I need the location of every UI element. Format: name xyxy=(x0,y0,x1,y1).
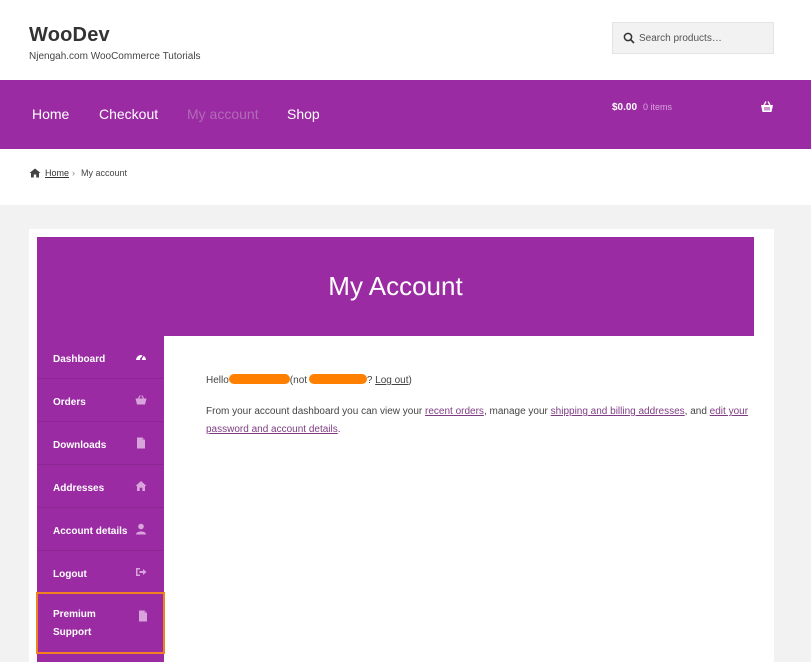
site-title[interactable]: WooDev xyxy=(29,24,110,47)
nav-shop[interactable]: Shop xyxy=(287,106,320,122)
account-nav-downloads[interactable]: Downloads xyxy=(37,422,164,465)
basket-icon[interactable] xyxy=(760,100,774,114)
account-navigation: Dashboard Orders Downloads Addresses Acc… xyxy=(36,336,165,662)
desc-text: , and xyxy=(684,406,707,417)
account-nav-label: Addresses xyxy=(53,483,105,494)
account-nav-logout[interactable]: Logout xyxy=(37,551,164,594)
home-icon xyxy=(135,481,147,491)
greeting-not: (not xyxy=(289,375,308,386)
cart-total[interactable]: $0.00 xyxy=(612,102,637,113)
site-header: WooDev Njengah.com WooCommerce Tutorials xyxy=(0,0,811,80)
logout-link[interactable]: Log out xyxy=(375,375,408,386)
account-nav-dashboard[interactable]: Dashboard xyxy=(37,336,164,379)
desc-text: , manage your xyxy=(483,406,548,417)
greeting-hello: Hello xyxy=(206,375,229,386)
desc-text: . xyxy=(337,424,341,435)
dashboard-icon xyxy=(136,354,146,361)
sign-out-icon xyxy=(136,568,147,576)
account-nav-premium-support[interactable]: Premium Support xyxy=(36,592,165,654)
greeting-close: ) xyxy=(408,375,412,386)
breadcrumb-separator: › xyxy=(72,168,75,178)
dashboard-description: From your account dashboard you can view… xyxy=(206,403,756,439)
nav-checkout[interactable]: Checkout xyxy=(99,106,158,122)
breadcrumb-current: My account xyxy=(81,168,128,178)
redacted-username xyxy=(308,374,367,384)
primary-nav: Home Checkout My account Shop $0.00 0 it… xyxy=(0,80,811,149)
account-nav-label: Orders xyxy=(53,397,86,408)
search-icon xyxy=(623,32,635,44)
redacted-username xyxy=(228,374,290,384)
account-nav-label: Dashboard xyxy=(53,354,106,365)
search-box xyxy=(612,22,774,54)
breadcrumb: Home › My account xyxy=(0,149,811,205)
account-nav-addresses[interactable]: Addresses xyxy=(37,465,164,508)
main-content: My Account Dashboard Orders Downloads Ad… xyxy=(29,229,774,662)
nav-home[interactable]: Home xyxy=(32,106,69,122)
page-title-banner: My Account xyxy=(37,237,754,336)
account-nav-label: Logout xyxy=(53,569,87,580)
greeting-question: ? xyxy=(366,375,373,386)
account-nav-label: Premium Support xyxy=(53,609,96,638)
home-icon xyxy=(29,168,41,178)
account-nav-account-details[interactable]: Account details xyxy=(37,508,164,551)
file-icon xyxy=(137,437,145,449)
nav-my-account[interactable]: My account xyxy=(187,106,259,122)
recent-orders-link[interactable]: recent orders xyxy=(425,406,484,417)
greeting-line: Hello (not ? Log out) xyxy=(206,372,756,390)
account-nav-orders[interactable]: Orders xyxy=(37,379,164,422)
site-tagline: Njengah.com WooCommerce Tutorials xyxy=(29,51,201,62)
breadcrumb-home-link[interactable]: Home xyxy=(45,168,69,178)
page-title: My Account xyxy=(328,271,463,301)
addresses-link[interactable]: shipping and billing addresses xyxy=(551,406,685,417)
cart-count[interactable]: 0 items xyxy=(643,102,672,112)
basket-icon xyxy=(135,395,147,405)
desc-text: From your account dashboard you can view… xyxy=(206,406,423,417)
file-icon xyxy=(139,610,147,622)
user-icon xyxy=(136,523,146,535)
search-input[interactable] xyxy=(637,23,771,53)
account-nav-label: Downloads xyxy=(53,440,107,451)
account-nav-label: Account details xyxy=(53,526,128,537)
